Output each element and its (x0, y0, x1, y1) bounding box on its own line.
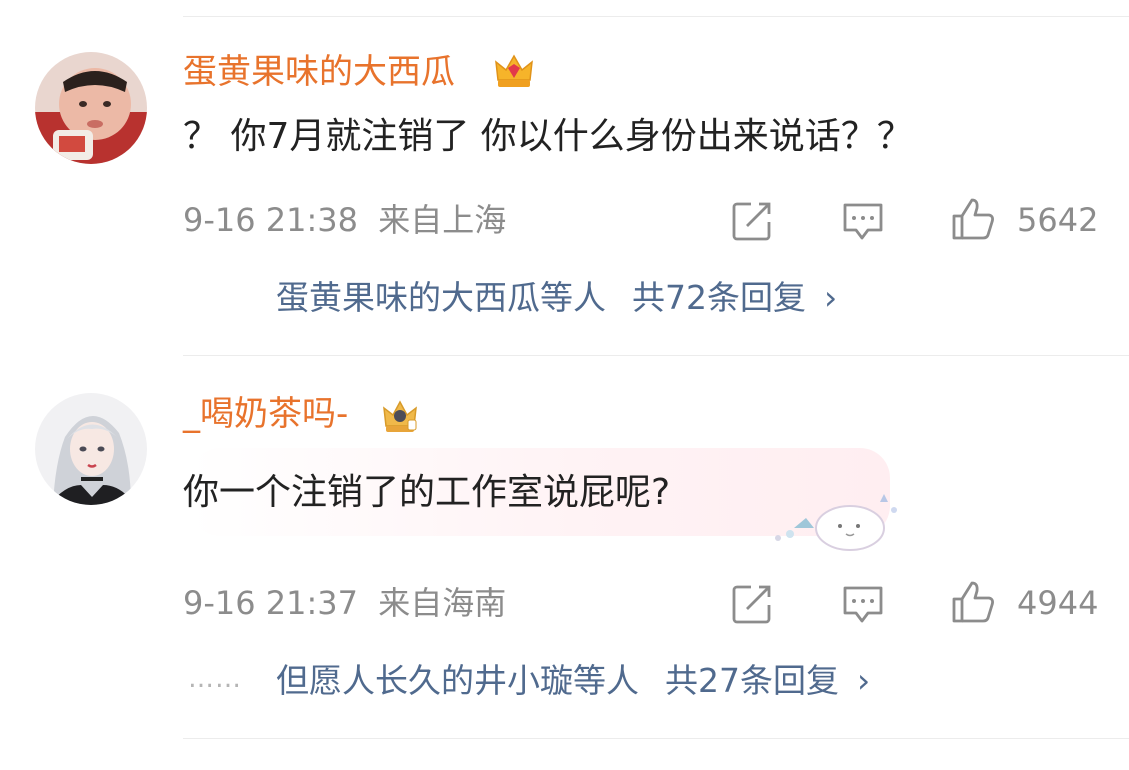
comment-location: 来自海南 (378, 584, 507, 622)
replies-from: 蛋黄果味的大西瓜等人 (276, 278, 606, 317)
comment-text: 你一个注销了的工作室说屁呢? (183, 472, 671, 513)
share-icon[interactable] (729, 581, 775, 627)
chevron-right-icon: › (824, 278, 838, 317)
comment-text: ？ 你7月就注销了 你以什么身份出来说话？？ (183, 116, 913, 157)
replies-from: 但愿人长久的井小璇等人 (276, 661, 639, 700)
replies-count: 共72条回复 (632, 278, 806, 317)
comment-date: 9-16 21:38 (183, 201, 359, 239)
replies-link[interactable]: 蛋黄果味的大西瓜等人 共72条回复 › (276, 276, 837, 320)
username[interactable]: 蛋黄果味的大西瓜 (183, 50, 455, 94)
ellipsis-icon: …… (188, 664, 242, 694)
chevron-right-icon: › (857, 661, 871, 700)
crown-icon (383, 400, 417, 432)
child-avatar-icon (35, 52, 147, 164)
share-icon[interactable] (729, 198, 775, 244)
replies-count: 共27条回复 (665, 661, 839, 700)
crown-icon (495, 54, 533, 87)
divider-top (183, 16, 1129, 17)
username[interactable]: _喝奶茶吗- (183, 392, 348, 436)
divider (183, 355, 1129, 356)
comment-icon[interactable] (840, 198, 886, 244)
avatar[interactable] (35, 52, 147, 164)
comment-date: 9-16 21:37 (183, 584, 359, 622)
comment-meta: 9-16 21:37 来自海南 (183, 583, 506, 623)
anime-girl-avatar-icon (35, 393, 147, 505)
replies-link[interactable]: 但愿人长久的井小璇等人 共27条回复 › (276, 659, 870, 703)
like-icon[interactable] (950, 579, 996, 625)
divider (183, 738, 1129, 739)
avatar[interactable] (35, 393, 147, 505)
like-count: 5642 (1017, 201, 1099, 239)
comment-icon[interactable] (840, 581, 886, 627)
comment-location: 来自上海 (378, 201, 507, 239)
like-count: 4944 (1017, 584, 1099, 622)
cartoon-sticker-icon (775, 494, 897, 551)
like-icon[interactable] (950, 196, 996, 242)
comment-meta: 9-16 21:38 来自上海 (183, 200, 506, 240)
